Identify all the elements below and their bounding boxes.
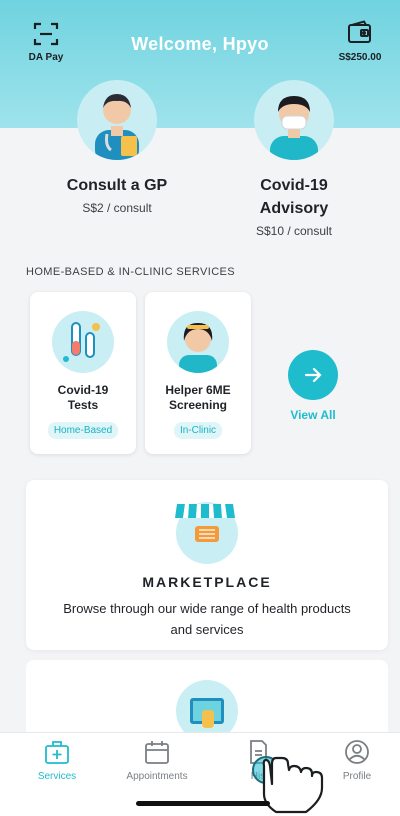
screen-hand-icon [176, 680, 238, 740]
consult-gp-price: S$2 / consult [82, 201, 152, 215]
covid-advisory-title-text: Covid-19 Advisory [259, 177, 329, 217]
tab-services[interactable]: Services [30, 739, 84, 782]
home-based-tag: Home-Based [47, 422, 119, 439]
section-heading: HOME-BASED & IN-CLINIC SERVICES [26, 266, 236, 278]
consult-gp-card[interactable]: Consult a GP S$2 / consult [52, 80, 182, 215]
view-all-button[interactable]: View All [286, 350, 340, 422]
helper-screening-name: Helper 6ME Screening [145, 383, 251, 413]
helper-avatar [167, 311, 229, 373]
helper-screening-name-line2: Screening [168, 398, 228, 412]
marketplace-card[interactable]: MARKETPLACE Browse through our wide rang… [26, 480, 388, 650]
tab-appointments-label: Appointments [126, 771, 188, 782]
tab-profile-label: Profile [342, 771, 372, 782]
shop-basket-icon [175, 502, 238, 564]
covid-advisory-card[interactable]: Covid-19 Advisory S$10 / consult [214, 80, 374, 238]
covid-advisory-price: S$10 / consult [255, 224, 333, 238]
consult-gp-title: Consult a GP [66, 177, 168, 194]
covid-tests-card[interactable]: Covid-19 Tests Home-Based [30, 292, 136, 454]
marketplace-title: MARKETPLACE [142, 574, 272, 590]
tab-appointments[interactable]: Appointments [115, 739, 199, 782]
promo-card[interactable] [26, 660, 388, 740]
in-clinic-tag: In-Clinic [173, 422, 223, 439]
wallet-icon [330, 20, 390, 44]
tab-services-label: Services [37, 771, 77, 782]
wallet-button[interactable]: S$250.00 [330, 20, 390, 63]
masked-person-avatar [254, 80, 334, 160]
medical-kit-icon [30, 739, 84, 765]
helper-screening-card[interactable]: Helper 6ME Screening In-Clinic [145, 292, 251, 454]
wallet-balance: S$250.00 [338, 52, 382, 63]
calendar-icon [115, 739, 199, 765]
arrow-right-icon [288, 350, 338, 400]
helper-screening-name-line1: Helper 6ME [165, 383, 231, 397]
marketplace-description: Browse through our wide range of health … [63, 601, 351, 637]
covid-tests-name-line2: Tests [67, 398, 99, 412]
covid-tests-name-line1: Covid-19 [57, 383, 109, 397]
profile-icon [330, 739, 384, 765]
covid-advisory-title: Covid-19 Advisory [214, 174, 374, 220]
home-indicator[interactable] [136, 801, 270, 806]
tab-profile[interactable]: Profile [330, 739, 384, 782]
covid-tests-name: Covid-19 Tests [30, 383, 136, 413]
test-tube-icon [52, 311, 114, 373]
doctor-avatar [77, 80, 157, 160]
view-all-label: View All [290, 408, 336, 422]
